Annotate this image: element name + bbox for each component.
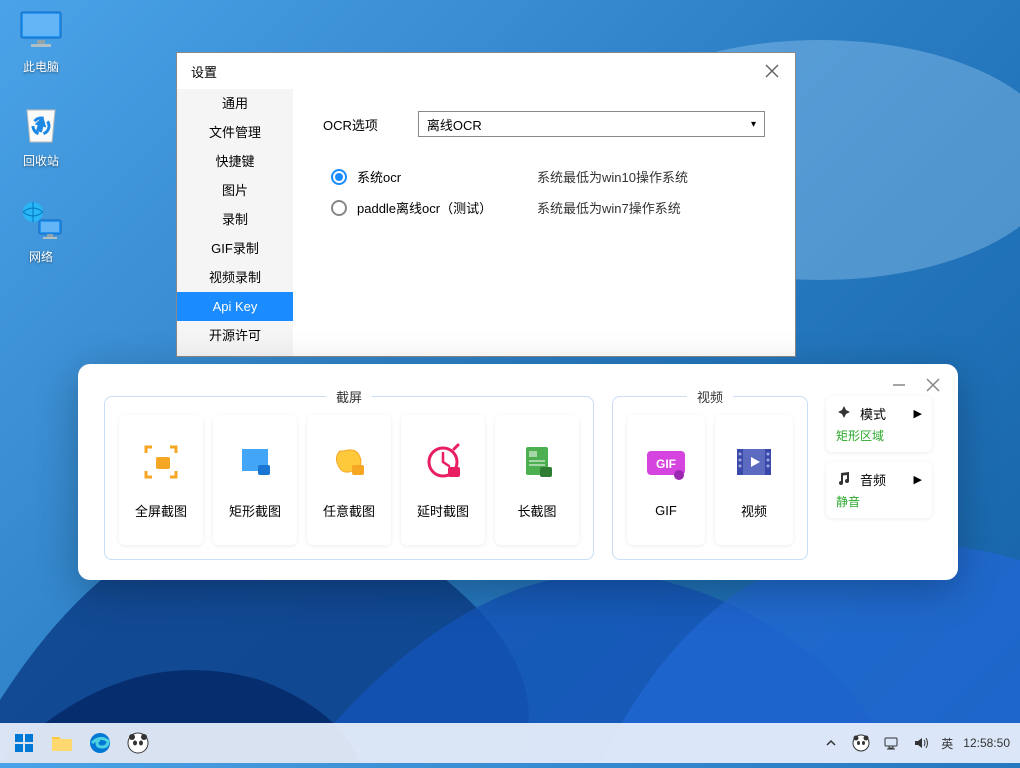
sidebar-item-general[interactable]: 通用: [177, 89, 293, 118]
windows-icon: [14, 733, 34, 753]
chevron-up-icon: [825, 737, 837, 749]
radio-paddle-ocr[interactable]: [331, 200, 347, 216]
edge-icon: [89, 732, 111, 754]
fullscreen-icon: [140, 441, 182, 483]
clock[interactable]: 12:58:50: [963, 736, 1010, 750]
folder-icon: [51, 733, 73, 753]
start-button[interactable]: [10, 729, 38, 757]
desktop-icon-thispc[interactable]: 此电脑: [4, 6, 78, 75]
taskbar-edge[interactable]: [86, 729, 114, 757]
chevron-right-icon: ▶: [914, 407, 922, 420]
tool-rect[interactable]: 矩形截图: [213, 415, 297, 545]
tool-scroll[interactable]: 长截图: [495, 415, 579, 545]
close-button[interactable]: [926, 378, 940, 397]
sidebar-item-videorecord[interactable]: 视频录制: [177, 263, 293, 292]
sidebar-item-license[interactable]: 开源许可: [177, 321, 293, 350]
group-legend: 视频: [687, 387, 733, 406]
group-capture: 截屏 全屏截图 矩形截图 任意截图: [104, 396, 594, 560]
tray-chevron[interactable]: [821, 733, 841, 753]
settings-content: OCR选项 离线OCR ▾ 系统ocr 系统最低为win10操作系统 paddl…: [293, 89, 795, 356]
monitor-icon: [17, 6, 65, 54]
close-button[interactable]: [759, 58, 785, 84]
minimize-icon: [892, 378, 906, 392]
rect-icon: [234, 441, 276, 483]
ocr-label: OCR选项: [323, 115, 378, 134]
tool-video[interactable]: 视频: [715, 415, 793, 545]
tool-freeform[interactable]: 任意截图: [307, 415, 391, 545]
volume-icon: [913, 735, 929, 751]
video-icon: [733, 441, 775, 483]
close-icon: [926, 378, 940, 392]
taskbar-explorer[interactable]: [48, 729, 76, 757]
tool-timer[interactable]: 延时截图: [401, 415, 485, 545]
audio-button[interactable]: 音频 ▶ 静音: [826, 462, 932, 518]
tray-network[interactable]: [881, 733, 901, 753]
ime-indicator[interactable]: 英: [941, 735, 953, 752]
minimize-button[interactable]: [892, 378, 906, 397]
sidebar-item-gifrecord[interactable]: GIF录制: [177, 234, 293, 263]
freeform-icon: [328, 441, 370, 483]
ocr-select-value: 离线OCR: [427, 115, 482, 134]
scroll-icon: [516, 441, 558, 483]
radio-system-ocr[interactable]: [331, 169, 347, 185]
sidebar-item-filemgmt[interactable]: 文件管理: [177, 118, 293, 147]
radio-label: paddle离线ocr（测试）: [357, 198, 537, 217]
settings-sidebar: 通用 文件管理 快捷键 图片 录制 GIF录制 视频录制 Api Key 开源许…: [177, 89, 293, 356]
music-icon: [836, 470, 852, 489]
close-icon: [765, 64, 779, 78]
desktop-icon-label: 网络: [4, 248, 78, 265]
chevron-down-icon: ▾: [751, 119, 756, 130]
toolbar-panel: 截屏 全屏截图 矩形截图 任意截图: [78, 364, 958, 580]
timer-icon: [422, 441, 464, 483]
group-side: 模式 ▶ 矩形区域 音频 ▶ 静音: [826, 396, 932, 560]
mode-icon: [836, 404, 852, 423]
taskbar-app[interactable]: [124, 729, 152, 757]
mode-button[interactable]: 模式 ▶ 矩形区域: [826, 396, 932, 452]
chevron-right-icon: ▶: [914, 473, 922, 486]
panda-icon: [127, 732, 149, 754]
radio-desc: 系统最低为win7操作系统: [537, 198, 681, 217]
group-video: 视频 GIF GIF 视频: [612, 396, 808, 560]
radio-desc: 系统最低为win10操作系统: [537, 167, 688, 186]
desktop-icon-label: 回收站: [4, 152, 78, 169]
radio-label: 系统ocr: [357, 167, 537, 186]
recyclebin-icon: [17, 100, 65, 148]
sidebar-item-image[interactable]: 图片: [177, 176, 293, 205]
network-icon: [17, 196, 65, 244]
settings-dialog: 设置 通用 文件管理 快捷键 图片 录制 GIF录制 视频录制 Api Key …: [176, 52, 796, 357]
sidebar-item-apikey[interactable]: Api Key: [177, 292, 293, 321]
desktop-icon-label: 此电脑: [4, 58, 78, 75]
svg-text:GIF: GIF: [656, 457, 676, 471]
tray-volume[interactable]: [911, 733, 931, 753]
desktop-icon-recyclebin[interactable]: 回收站: [4, 100, 78, 169]
group-legend: 截屏: [326, 387, 372, 406]
panda-icon: [852, 734, 870, 752]
sidebar-item-record[interactable]: 录制: [177, 205, 293, 234]
taskbar: 英 12:58:50: [0, 723, 1020, 763]
network-icon: [883, 735, 899, 751]
tray-app[interactable]: [851, 733, 871, 753]
settings-title: 设置: [191, 62, 217, 81]
tool-gif[interactable]: GIF GIF: [627, 415, 705, 545]
desktop-icon-network[interactable]: 网络: [4, 196, 78, 265]
tool-fullscreen[interactable]: 全屏截图: [119, 415, 203, 545]
ocr-select[interactable]: 离线OCR ▾: [418, 111, 765, 137]
gif-icon: GIF: [645, 443, 687, 485]
sidebar-item-shortcut[interactable]: 快捷键: [177, 147, 293, 176]
